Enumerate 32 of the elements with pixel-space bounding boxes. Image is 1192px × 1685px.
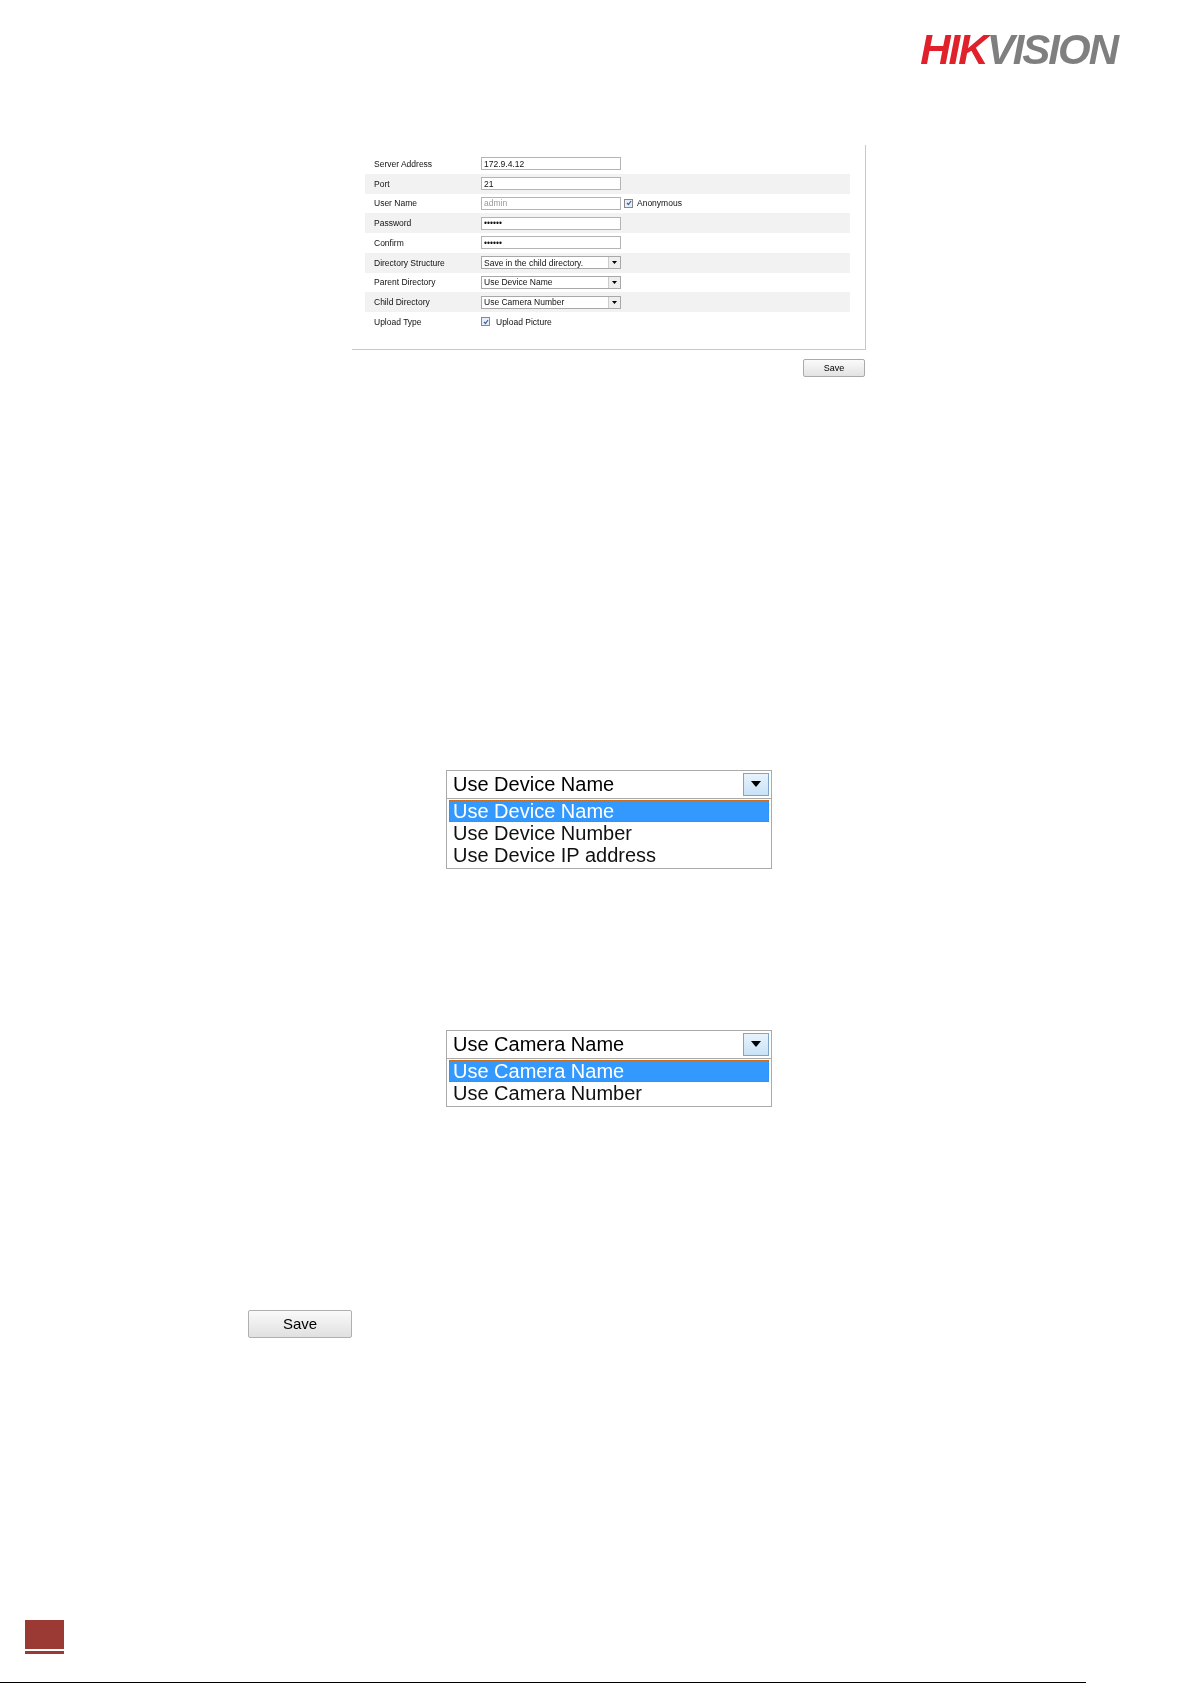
dropdown-option[interactable]: Use Camera Number: [449, 1081, 769, 1104]
checkbox[interactable]: [481, 317, 490, 327]
field-label: Parent Directory: [374, 277, 437, 288]
text-field[interactable]: 172.9.4.12: [481, 157, 621, 171]
field-label: Server Address: [374, 158, 434, 169]
save-button[interactable]: Save: [803, 358, 865, 377]
dropdown-option[interactable]: Use Device IP address: [449, 843, 769, 866]
caret-icon: [608, 257, 620, 269]
field-label: Port: [374, 178, 391, 189]
dropdown[interactable]: Use Camera Name: [446, 1029, 772, 1059]
field-label: Confirm: [374, 237, 405, 248]
text-field[interactable]: ••••••: [481, 216, 621, 230]
caret-icon: [608, 296, 620, 308]
dropdown[interactable]: Use Camera Number: [481, 295, 621, 309]
dropdown[interactable]: Use Device Name: [446, 769, 772, 799]
field-label: Directory Structure: [374, 257, 446, 268]
dropdown[interactable]: Use Device Name: [481, 275, 621, 289]
caret-icon: [743, 772, 769, 796]
field-label: Child Directory: [374, 297, 431, 308]
field-label: Upload Type: [374, 316, 423, 327]
text-field[interactable]: 21: [481, 177, 621, 191]
checkbox-label: Upload Picture: [496, 316, 552, 327]
dropdown-option[interactable]: Use Device Number: [449, 821, 769, 844]
dropdown[interactable]: Save in the child directory.: [481, 256, 621, 270]
logo: HIKVISION: [920, 28, 1117, 75]
text-field[interactable]: ••••••: [481, 236, 621, 250]
checkbox-label: Anonymous: [637, 198, 682, 209]
caret-icon: [608, 276, 620, 288]
save-button[interactable]: Save: [248, 1309, 352, 1338]
field-label: User Name: [374, 198, 418, 209]
field-label: Password: [374, 218, 413, 229]
caret-icon: [743, 1032, 769, 1056]
